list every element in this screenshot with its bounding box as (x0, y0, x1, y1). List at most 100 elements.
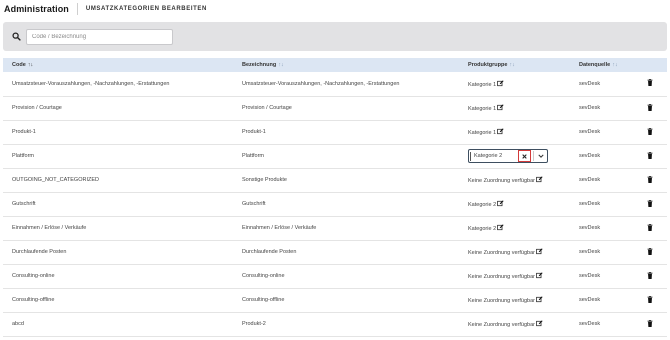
cell-bezeichnung: Durchlaufende Posten (242, 249, 297, 255)
cell-bezeichnung: Einnahmen / Erlöse / Verkäufe (242, 225, 317, 231)
trash-icon[interactable] (647, 295, 653, 303)
cell-code: OUTGOING_NOT_CATEGORIZED (12, 177, 99, 183)
page-title: Administration (4, 4, 69, 14)
produktgruppe-value: Kategorie 1 (468, 81, 497, 88)
cell-produktgruppe: Keine Zuordnung verfügbar (459, 312, 570, 336)
table-row: Produkt-1 Produkt-1 Kategorie 1 sevDesk (3, 120, 667, 144)
cell-actions (632, 144, 667, 168)
produktgruppe-value: Keine Zuordnung verfügbar (468, 322, 535, 328)
column-header-produktgruppe[interactable]: Produktgruppe ↑↓ (459, 58, 570, 72)
cell-bezeichnung: Produkt-2 (242, 321, 266, 327)
cell-produktgruppe: Kategorie 2 (459, 216, 570, 240)
trash-icon[interactable] (647, 127, 653, 135)
cell-code: Produkt-1 (12, 129, 36, 135)
produktgruppe-value: Kategorie 1 (468, 130, 497, 136)
edit-icon[interactable] (536, 248, 543, 255)
produktgruppe-value: Keine Zuordnung verfügbar (468, 178, 535, 184)
sort-icon: ↑↓ (278, 62, 284, 68)
table-row: Plattform Plattform Kategorie 2 sevDesk (3, 144, 667, 168)
produktgruppe-select-value: Kategorie 2 (470, 151, 518, 161)
column-header-code[interactable]: Code ↑↓ (3, 58, 233, 72)
cell-bezeichnung: Umsatzsteuer-Vorauszahlungen, -Nachzahlu… (242, 80, 400, 87)
edit-icon[interactable] (536, 176, 543, 183)
produktgruppe-select[interactable]: Kategorie 2 (468, 149, 548, 163)
column-header-bezeichnung-label: Bezeichnung (242, 62, 277, 68)
produktgruppe-value: Kategorie 2 (468, 202, 497, 208)
table-row: Einnahmen / Erlöse / Verkäufe Einnahmen … (3, 216, 667, 240)
edit-icon[interactable] (497, 200, 504, 207)
cell-produktgruppe: Kategorie 2 (459, 192, 570, 216)
table-row: OUTGOING_NOT_CATEGORIZED Sonstige Produk… (3, 168, 667, 192)
trash-icon[interactable] (647, 79, 653, 87)
cell-datenquelle: sevDesk (579, 177, 601, 183)
page-header: Administration UMSATZKATEGORIEN BEARBEIT… (0, 0, 670, 18)
trash-icon[interactable] (647, 247, 653, 255)
cell-produktgruppe: Keine Zuordnung verfügbar (459, 288, 570, 312)
trash-icon[interactable] (647, 175, 653, 183)
table-header-row: Code ↑↓ Bezeichnung ↑↓ Produktgruppe ↑↓ Dat… (3, 58, 667, 72)
page-subtitle: UMSATZKATEGORIEN BEARBEITEN (85, 6, 207, 12)
produktgruppe-value: Keine Zuordnung verfügbar (468, 250, 535, 256)
trash-icon[interactable] (647, 151, 653, 159)
edit-icon[interactable] (497, 104, 504, 111)
cell-produktgruppe: Kategorie 1 (459, 72, 570, 96)
cell-bezeichnung: Sonstige Produkte (242, 177, 287, 183)
cell-actions (632, 312, 667, 336)
table-row: Consulting-offline Consulting-offline Ke… (3, 288, 667, 312)
cell-produktgruppe: Keine Zuordnung verfügbar (459, 240, 570, 264)
table-row: abcd Produkt-2 Keine Zuordnung verfügbar… (3, 312, 667, 336)
produktgruppe-value: Keine Zuordnung verfügbar (468, 274, 535, 280)
header-divider (76, 3, 78, 15)
cell-datenquelle: sevDesk (579, 105, 601, 111)
cell-code: Gutschrift (12, 201, 36, 207)
categories-table: Code ↑↓ Bezeichnung ↑↓ Produktgruppe ↑↓ Dat… (3, 58, 667, 340)
cell-datenquelle: sevDesk (579, 129, 601, 135)
clear-selection-button[interactable] (518, 150, 531, 162)
edit-icon[interactable] (536, 272, 543, 279)
sort-icon: ↑↓ (612, 62, 618, 68)
cell-datenquelle: sevDesk (579, 80, 601, 87)
cell-bezeichnung: Produkt-1 (242, 129, 266, 135)
cell-code: Consulting-online (12, 273, 55, 279)
edit-icon[interactable] (497, 128, 504, 135)
cell-datenquelle: sevDesk (579, 153, 601, 159)
cell-produktgruppe: Keine Zuordnung verfügbar (459, 168, 570, 192)
cell-actions (632, 192, 667, 216)
column-header-datenquelle-label: Datenquelle (579, 62, 611, 68)
cell-datenquelle: sevDesk (579, 201, 601, 207)
trash-icon[interactable] (647, 319, 653, 327)
cell-bezeichnung: Consulting-offline (242, 297, 285, 303)
cell-actions (632, 72, 667, 96)
cell-code: Provision / Courtage (12, 105, 62, 111)
cell-code: abcd (12, 321, 24, 327)
cell-code: Consulting-offline (12, 297, 55, 303)
search-input[interactable] (26, 29, 173, 45)
cell-code: Umsatzsteuer-Vorauszahlungen, -Nachzahlu… (12, 80, 170, 87)
search-icon (12, 32, 21, 41)
trash-icon[interactable] (647, 271, 653, 279)
cell-code: Durchlaufende Posten (12, 249, 67, 255)
column-header-datenquelle[interactable]: Datenquelle ↑↓ (570, 58, 632, 72)
cell-bezeichnung: Provision / Courtage (242, 105, 292, 111)
cell-datenquelle: sevDesk (579, 225, 601, 231)
column-header-bezeichnung[interactable]: Bezeichnung ↑↓ (233, 58, 459, 72)
edit-icon[interactable] (536, 296, 543, 303)
edit-icon[interactable] (536, 320, 543, 327)
trash-icon[interactable] (647, 199, 653, 207)
cell-bezeichnung: Gutschrift (242, 201, 266, 207)
cell-datenquelle: sevDesk (579, 273, 601, 279)
cell-produktgruppe: Kategorie 1 (459, 120, 570, 144)
cell-datenquelle: sevDesk (579, 297, 601, 303)
edit-icon[interactable] (497, 80, 504, 87)
edit-icon[interactable] (497, 224, 504, 231)
cell-actions (632, 240, 667, 264)
trash-icon[interactable] (647, 103, 653, 111)
column-header-actions (632, 58, 667, 72)
table-row: Gutschrift Gutschrift Kategorie 2 sevDes… (3, 192, 667, 216)
produktgruppe-value: Kategorie 1 (468, 106, 497, 112)
trash-icon[interactable] (647, 223, 653, 231)
produktgruppe-value: Kategorie 2 (468, 226, 497, 232)
filter-panel (3, 22, 667, 51)
dropdown-toggle[interactable] (534, 150, 547, 162)
produktgruppe-value: Keine Zuordnung verfügbar (468, 298, 535, 304)
